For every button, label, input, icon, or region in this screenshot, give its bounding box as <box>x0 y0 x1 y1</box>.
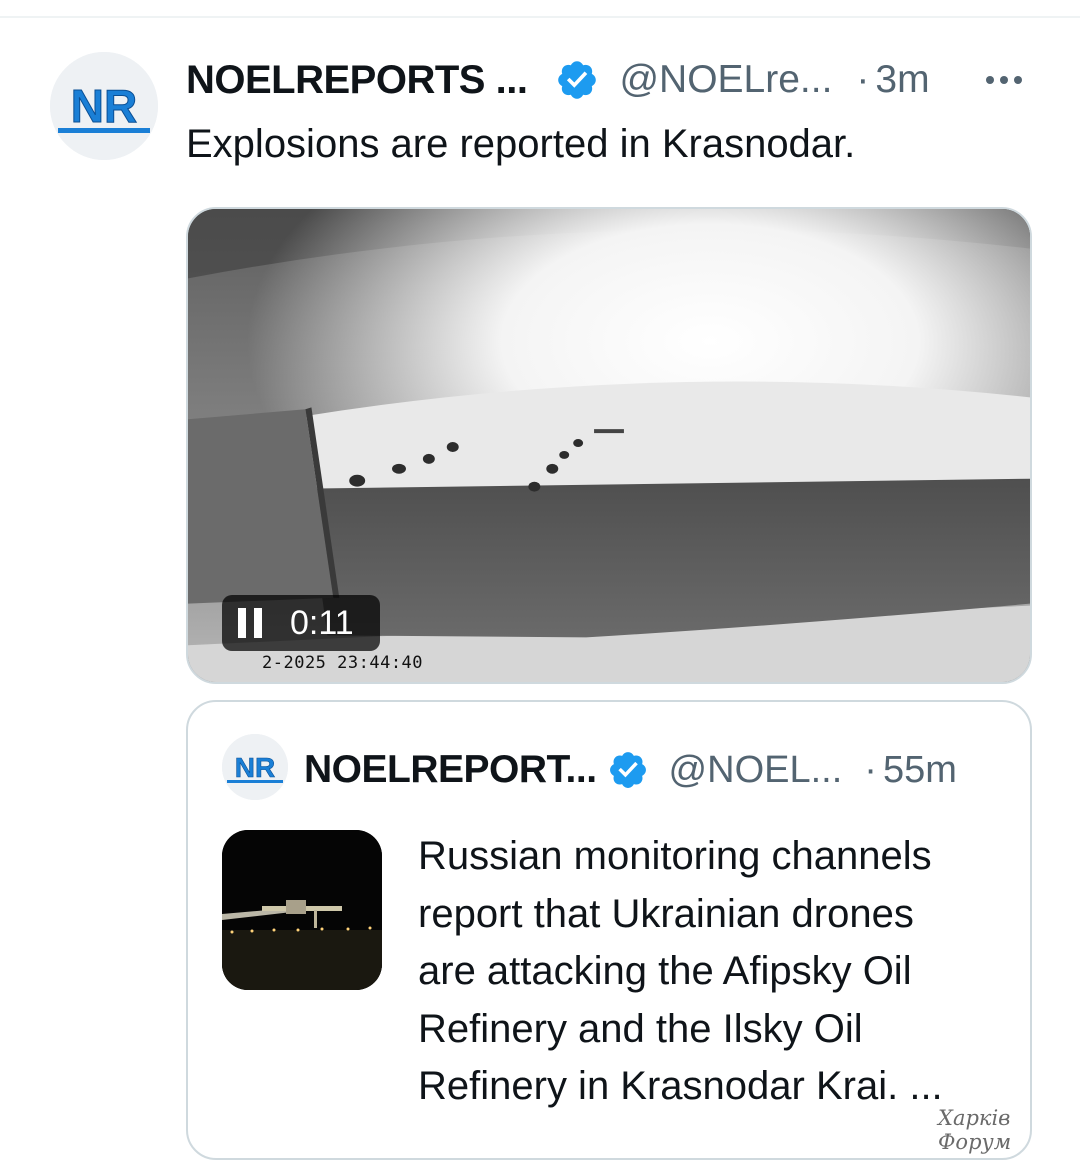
camera-timestamp: 2-2025 23:44:40 <box>262 653 424 673</box>
quoted-text-line: Refinery and the Ilsky Oil <box>418 1006 863 1051</box>
watermark: Харків Форум <box>938 1106 1012 1154</box>
separator-dot: · <box>864 748 877 791</box>
post-time[interactable]: 3m <box>875 58 929 102</box>
video-duration: 0:11 <box>290 603 354 642</box>
night-drone-image <box>222 830 382 990</box>
quoted-text-line: Refinery in Krasnodar Krai. ... <box>418 1064 943 1108</box>
playback-control[interactable]: 0:11 <box>222 595 380 651</box>
quoted-author-handle[interactable]: @NOEL... <box>669 749 843 792</box>
quoted-text-line: Russian monitoring channels <box>418 834 932 878</box>
quoted-post-header: NOELREPORT... @NOEL... · 55m <box>304 744 957 796</box>
svg-text:NR: NR <box>235 752 275 783</box>
top-divider <box>0 16 1080 18</box>
verified-badge-icon <box>609 752 646 788</box>
author-avatar[interactable]: NR <box>50 52 158 160</box>
separator-dot: · <box>856 58 870 101</box>
svg-text:NR: NR <box>71 80 137 132</box>
pause-icon[interactable] <box>238 608 264 638</box>
video-player[interactable]: 0:11 2-2025 23:44:40 <box>186 207 1032 684</box>
quoted-post-text: Russian monitoring channels report that … <box>418 828 1018 1116</box>
author-name[interactable]: NOELREPORTS ... <box>186 58 528 103</box>
quoted-post[interactable]: NR NOELREPORT... @NOEL... · 55m Russian … <box>186 700 1032 1160</box>
post-text: Explosions are reported in Krasnodar. <box>186 122 856 166</box>
quoted-media-thumbnail[interactable] <box>222 830 382 990</box>
quoted-author-avatar[interactable]: NR <box>222 734 288 800</box>
quoted-author-name[interactable]: NOELREPORT... <box>304 748 597 792</box>
verified-badge-icon[interactable] <box>555 58 599 102</box>
post-header: NOELREPORTS ... @NOELre... · 3m <box>186 54 1046 106</box>
nr-logo: NR <box>50 52 158 160</box>
quoted-text-line: are attacking the Afipsky Oil <box>418 949 912 993</box>
quoted-text-line: report that Ukrainian drones <box>418 891 914 936</box>
nr-logo: NR <box>222 734 288 800</box>
author-handle[interactable]: @NOELre... <box>619 58 832 102</box>
more-horizontal-icon[interactable] <box>986 66 1030 94</box>
quoted-post-time[interactable]: 55m <box>883 749 957 792</box>
